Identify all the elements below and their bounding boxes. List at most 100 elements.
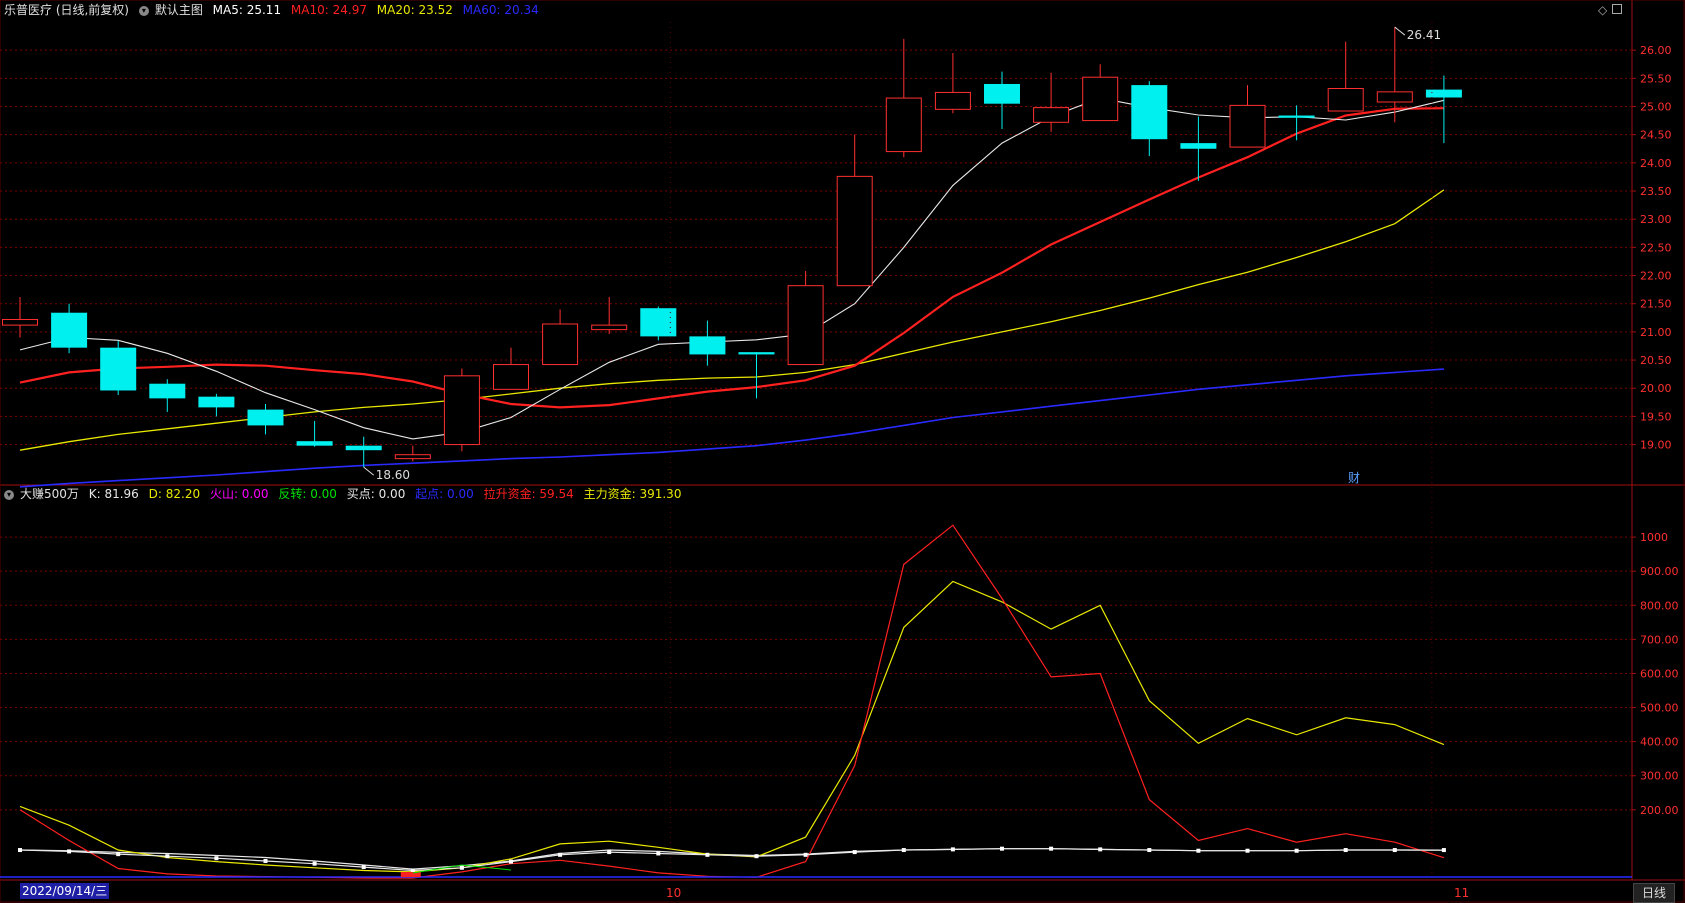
indicator-marker <box>558 852 563 857</box>
k-label: K: 81.96 <box>88 487 139 501</box>
candle[interactable] <box>296 420 333 447</box>
chevron-down-icon[interactable]: ▾ <box>4 489 14 500</box>
candle[interactable] <box>100 340 137 395</box>
candle[interactable] <box>1278 105 1315 141</box>
indicator-marker <box>950 847 955 852</box>
y-tick-label: 21.50 <box>1640 298 1672 311</box>
y-tick-label: 19.50 <box>1640 410 1672 423</box>
candle[interactable] <box>2 296 38 338</box>
candle[interactable] <box>591 296 628 335</box>
huoshan-label: 火山: 0.00 <box>209 487 269 501</box>
high-price-label: 26.41 <box>1407 28 1441 42</box>
indicator-marker <box>607 850 612 855</box>
y-tick-label: 400.00 <box>1640 736 1679 749</box>
indicator-marker <box>901 848 906 853</box>
candle-body <box>1033 107 1070 123</box>
candle[interactable] <box>394 445 431 462</box>
ma5-label: MA5: 25.11 <box>212 3 282 17</box>
candle[interactable] <box>198 393 235 417</box>
candle[interactable] <box>640 306 677 341</box>
y-tick-label: 200.00 <box>1640 804 1679 817</box>
low-price-label: 18.60 <box>376 468 410 482</box>
y-tick-label: 300.00 <box>1640 770 1679 783</box>
outer-border <box>0 0 1685 903</box>
candle-body <box>2 318 38 326</box>
maximize-icon[interactable] <box>1612 4 1622 14</box>
candle[interactable] <box>542 309 579 366</box>
indicator-header: ▾ 大赚500万 K: 81.96 D: 82.20 火山: 0.00 反转: 0… <box>4 484 687 504</box>
ma10-label: MA10: 24.97 <box>290 3 367 17</box>
candle-body <box>738 352 775 355</box>
ma60-line <box>19 368 1444 488</box>
candle[interactable] <box>345 436 382 468</box>
candle[interactable] <box>934 52 971 114</box>
main-y-axis: 19.00 19.50 20.00 20.50 21.00 21.50 22.00 22.50… <box>1632 44 1672 452</box>
y-tick-label: 23.00 <box>1640 213 1672 226</box>
candle[interactable] <box>787 271 824 366</box>
lasheng-label: 拉升资金: 59.54 <box>483 487 574 501</box>
candle-body <box>100 347 137 391</box>
y-tick-label: 25.50 <box>1640 72 1672 85</box>
y-tick-label: 800.00 <box>1640 599 1679 612</box>
candle[interactable] <box>1131 81 1168 157</box>
y-tick-label: 22.00 <box>1640 270 1672 283</box>
indicator-marker <box>459 865 464 870</box>
financial-report-marker[interactable]: 财 <box>1348 471 1360 485</box>
candle[interactable] <box>836 134 873 287</box>
indicator-marker <box>165 854 170 859</box>
indicator-name[interactable]: 大赚500万 <box>20 487 79 501</box>
candle-body <box>984 83 1020 104</box>
candle[interactable] <box>984 71 1020 130</box>
candle-body <box>542 323 579 366</box>
main-chart-label[interactable]: 默认主图 <box>155 3 203 17</box>
candle-body <box>345 445 382 451</box>
candle-body <box>443 375 480 446</box>
candle-body <box>51 312 88 348</box>
indicator-line-4 <box>19 848 1444 872</box>
fanzhuan-label: 反转: 0.00 <box>278 487 337 501</box>
period-selector[interactable]: 日线 <box>1632 883 1675 903</box>
moving-average-lines <box>19 97 1445 488</box>
chevron-down-icon[interactable]: ▾ <box>138 5 149 16</box>
candle[interactable] <box>149 379 186 412</box>
chart-annotations: 26.41 18.60 财 10 11 <box>363 26 1469 900</box>
indicator-marker <box>1245 848 1250 853</box>
stock-chart[interactable]: 19.00 19.50 20.00 20.50 21.00 21.50 22.00 22.50… <box>0 0 1685 903</box>
indicator-marker <box>705 852 710 857</box>
y-tick-label: 24.00 <box>1640 157 1672 170</box>
indicator-line-2 <box>19 580 1445 873</box>
candle[interactable] <box>689 320 726 366</box>
diamond-icon[interactable]: ◇ <box>1598 3 1607 17</box>
indicator-marker <box>1049 846 1054 851</box>
y-tick-label: 19.00 <box>1640 439 1672 452</box>
month-label-11: 11 <box>1454 886 1469 900</box>
candle-body <box>1425 89 1462 98</box>
candle[interactable] <box>51 303 88 354</box>
indicator-marker <box>67 849 72 854</box>
indicator-marker <box>1294 848 1299 853</box>
candle-body <box>198 396 235 408</box>
indicator-marker <box>1000 846 1004 851</box>
y-tick-label: 25.00 <box>1640 101 1672 114</box>
y-tick-label: 1000 <box>1640 531 1668 544</box>
ma20-line <box>19 189 1445 451</box>
y-tick-label: 24.50 <box>1640 129 1672 142</box>
indicator-marker <box>1343 848 1348 853</box>
candle[interactable] <box>885 38 922 158</box>
candle-body <box>1376 91 1413 103</box>
high-pointer <box>1394 26 1406 36</box>
candle[interactable] <box>493 347 529 390</box>
candle-body <box>247 409 284 426</box>
candle[interactable] <box>443 368 480 452</box>
candle-body <box>1229 104 1266 148</box>
y-tick-label: 20.00 <box>1640 382 1672 395</box>
candle-body <box>836 175 873 287</box>
candle[interactable] <box>1327 41 1364 112</box>
candle[interactable] <box>247 403 284 435</box>
indicator-marker <box>361 865 366 870</box>
candle[interactable] <box>1082 64 1119 122</box>
y-tick-label: 20.50 <box>1640 354 1672 367</box>
stock-title[interactable]: 乐普医疗 (日线,前复权) <box>4 3 129 17</box>
d-label: D: 82.20 <box>148 487 201 501</box>
candle[interactable] <box>1229 85 1266 148</box>
